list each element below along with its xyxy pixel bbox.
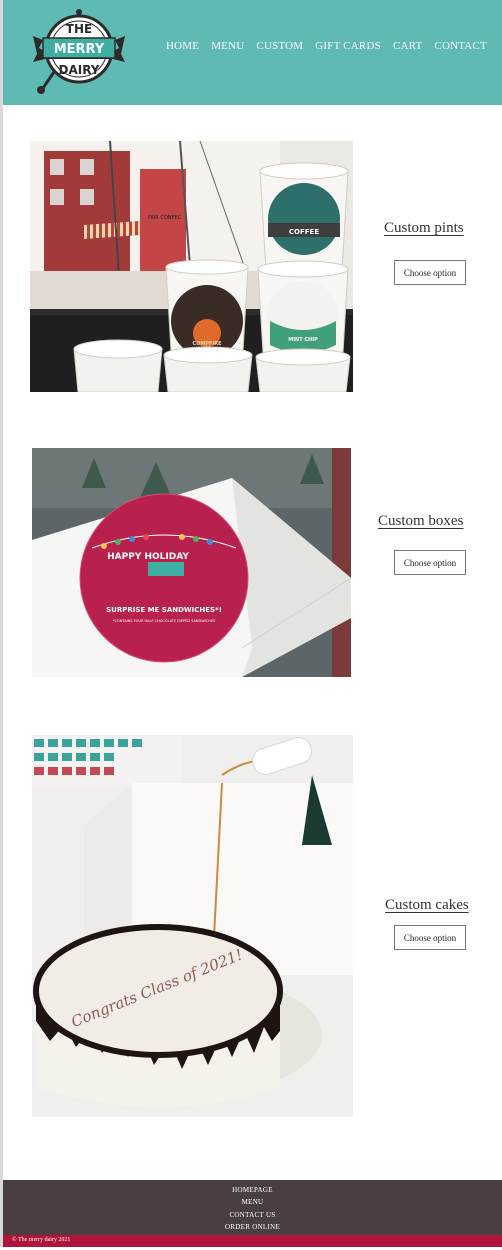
- pint-coffee: COFFEE: [259, 162, 349, 272]
- nav-custom[interactable]: CUSTOM: [256, 40, 303, 56]
- nav-contact[interactable]: CONTACT: [434, 40, 486, 56]
- footer-link-order-online[interactable]: ORDER ONLINE: [225, 1221, 280, 1233]
- nav-home[interactable]: HOME: [166, 40, 199, 56]
- pint-coffee-label: COFFEE: [289, 228, 319, 236]
- footer-link-menu[interactable]: MENU: [242, 1196, 264, 1208]
- site-header: THE MERRY DAIRY HOME MENU CUSTOM GIFT CA…: [3, 0, 502, 105]
- custom-cakes-title[interactable]: Custom cakes: [385, 897, 469, 914]
- site-footer: HOMEPAGE MENU CONTACT US ORDER ONLINE: [3, 1180, 502, 1235]
- custom-cakes-choose-option-button[interactable]: Choose option: [394, 925, 466, 950]
- sticker-surprise: SURPRISE ME SANDWICHES*!: [106, 606, 222, 614]
- custom-boxes-choose-option-button[interactable]: Choose option: [394, 550, 466, 575]
- custom-pints-choose-option-button[interactable]: Choose option: [394, 260, 466, 285]
- pint-mint-label: MINT CHIP: [288, 337, 318, 343]
- copyright-text: © The merry dairy 2021: [12, 1236, 71, 1243]
- sticker-happy-holiday: HAPPY HOLIDAY: [107, 552, 189, 562]
- logo-text-the: THE: [66, 22, 92, 36]
- merry-dairy-logo[interactable]: THE MERRY DAIRY: [29, 6, 139, 96]
- copyright-bar: © The merry dairy 2021: [3, 1235, 502, 1247]
- nav-cart[interactable]: CART: [393, 40, 422, 56]
- pint-campfire-label: COMPFIRE: [192, 341, 222, 347]
- logo-text-dairy: DAIRY: [59, 63, 100, 77]
- nav-gift-cards[interactable]: GIFT CARDS: [315, 40, 381, 56]
- custom-boxes-title[interactable]: Custom boxes: [378, 513, 463, 530]
- main-nav: HOME MENU CUSTOM GIFT CARDS CART CONTACT: [166, 40, 487, 56]
- sticker-contains: *CONTAINS FOUR HALF CHOCOLATE DIPPED SAN…: [113, 619, 216, 623]
- footer-link-contact-us[interactable]: CONTACT US: [229, 1209, 275, 1221]
- custom-boxes-image[interactable]: HAPPY HOLIDAY SURPRISE ME SANDWICHES*! *…: [32, 448, 351, 677]
- footer-links: HOMEPAGE MENU CONTACT US ORDER ONLINE: [3, 1184, 502, 1234]
- custom-pints-title[interactable]: Custom pints: [384, 220, 464, 237]
- footer-link-homepage[interactable]: HOMEPAGE: [232, 1184, 273, 1196]
- logo-text-merry: MERRY: [54, 42, 105, 57]
- nav-menu[interactable]: MENU: [211, 40, 244, 56]
- custom-cakes-image[interactable]: Congrats Class of 2021!: [32, 735, 353, 1117]
- custom-pints-image[interactable]: FAIR CONFEC COFFEE COMPFIRE MINT CHIP: [30, 141, 353, 392]
- shop-sign-text: FAIR CONFEC: [148, 215, 182, 221]
- page-edge: [0, 0, 3, 1250]
